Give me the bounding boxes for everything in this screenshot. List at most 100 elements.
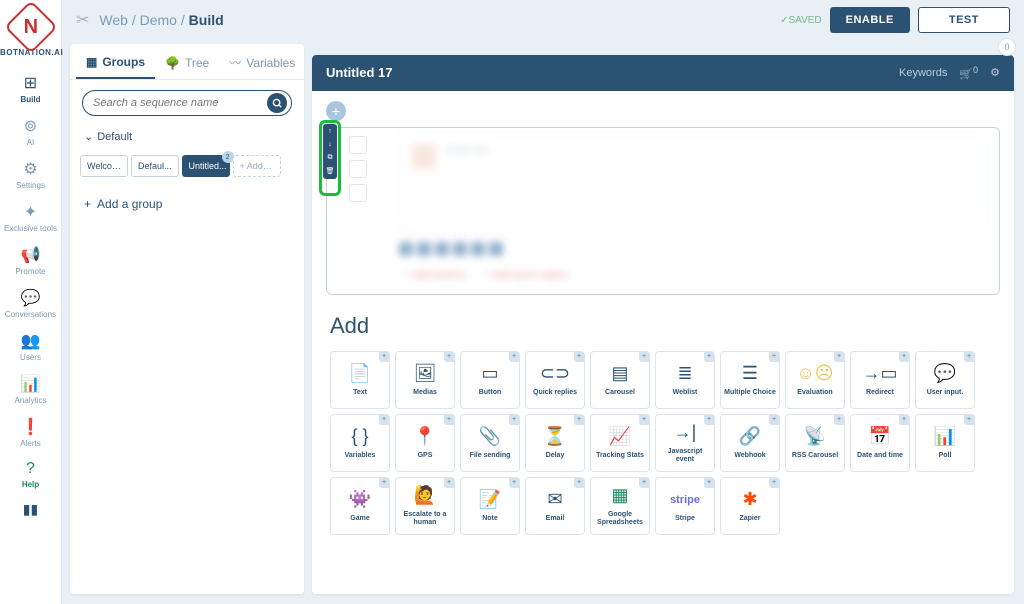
card-label: File sending bbox=[468, 452, 513, 460]
panel-tabs: ▦ Groups 🌳 Tree 〰 Variables bbox=[70, 44, 304, 80]
add-card-multiple-choice[interactable]: +☰Multiple Choice bbox=[720, 351, 780, 409]
add-card-text[interactable]: +📄Text bbox=[330, 351, 390, 409]
add-group-button[interactable]: + Add a group bbox=[70, 185, 304, 223]
nav-analytics[interactable]: 📊Analytics bbox=[0, 368, 61, 411]
corner-plus-icon: + bbox=[509, 478, 519, 488]
nav-ai[interactable]: ⊚AI bbox=[0, 110, 61, 153]
card-icon: 📎 bbox=[479, 426, 501, 448]
add-card-date-and-time[interactable]: +📅Date and time bbox=[850, 414, 910, 472]
card-icon: ⏳ bbox=[544, 426, 566, 448]
topbar: ✂ Web / Demo / Build ✓SAVED ENABLE TEST bbox=[62, 0, 1024, 40]
add-card-tracking-stats[interactable]: +📈Tracking Stats bbox=[590, 414, 650, 472]
corner-plus-icon: + bbox=[509, 415, 519, 425]
tab-groups[interactable]: ▦ Groups bbox=[76, 44, 155, 79]
corner-plus-icon: + bbox=[834, 415, 844, 425]
corner-plus-icon: + bbox=[964, 415, 974, 425]
sequence-header: Untitled 17 Keywords 🛒0 ⚙ bbox=[312, 55, 1014, 91]
add-card-note[interactable]: +📝Note bbox=[460, 477, 520, 535]
corner-plus-icon: + bbox=[574, 415, 584, 425]
add-card-medias[interactable]: +🖼Medias bbox=[395, 351, 455, 409]
add-card-weblist[interactable]: +≣Weblist bbox=[655, 351, 715, 409]
card-label: Carousel bbox=[603, 389, 637, 397]
add-card-google-spreadsheets[interactable]: +▦Google Spreadsheets bbox=[590, 477, 650, 535]
add-card-quick-replies[interactable]: +⊂⊃Quick replies bbox=[525, 351, 585, 409]
breadcrumb: Web / Demo / Build bbox=[99, 12, 223, 28]
add-card-gps[interactable]: +📍GPS bbox=[395, 414, 455, 472]
card-icon: ✉ bbox=[547, 489, 562, 511]
nav-alerts[interactable]: ❗Alerts bbox=[0, 411, 61, 454]
add-card-user-input-[interactable]: +💬User input. bbox=[915, 351, 975, 409]
card-label: Redirect bbox=[864, 389, 896, 397]
card-label: Button bbox=[477, 389, 504, 397]
tab-tree[interactable]: 🌳 Tree bbox=[155, 44, 219, 79]
crumb-web[interactable]: Web bbox=[99, 12, 128, 28]
add-card-file-sending[interactable]: + 📎 File sending bbox=[460, 414, 520, 472]
card-icon: ▭ bbox=[481, 363, 498, 385]
add-card-evaluation[interactable]: +☺☹Evaluation bbox=[785, 351, 845, 409]
saved-indicator: ✓SAVED bbox=[780, 15, 822, 26]
card-label: Text bbox=[351, 389, 369, 397]
add-card-carousel[interactable]: +▤Carousel bbox=[590, 351, 650, 409]
gear-icon[interactable]: ⚙ bbox=[990, 66, 1000, 79]
add-card-variables[interactable]: +{ }Variables bbox=[330, 414, 390, 472]
card-icon: 📡 bbox=[804, 426, 826, 448]
corner-plus-icon: + bbox=[769, 478, 779, 488]
add-element-top-button[interactable]: + bbox=[326, 101, 346, 121]
corner-plus-icon: + bbox=[704, 478, 714, 488]
add-card-stripe[interactable]: +stripeStripe bbox=[655, 477, 715, 535]
card-icon: ✱ bbox=[742, 489, 757, 511]
nav-promote[interactable]: 📢Promote bbox=[0, 239, 61, 282]
nav-extra[interactable]: ▮▮ bbox=[0, 495, 61, 524]
add-card-game[interactable]: +👾Game bbox=[330, 477, 390, 535]
add-card-redirect[interactable]: +→▭Redirect bbox=[850, 351, 910, 409]
card-label: Webhook bbox=[732, 452, 767, 460]
card-label: Tracking Stats bbox=[594, 452, 646, 460]
nav-build[interactable]: ⊞Build bbox=[0, 67, 61, 110]
corner-plus-icon: + bbox=[769, 415, 779, 425]
sequence-chip[interactable]: + Add a... bbox=[233, 155, 281, 177]
sequence-chip[interactable]: Defaul... bbox=[131, 155, 179, 177]
nav-settings[interactable]: ⚙Settings bbox=[0, 153, 61, 196]
add-card-delay[interactable]: +⏳Delay bbox=[525, 414, 585, 472]
nav-exclusive-tools[interactable]: ✦Exclusive tools bbox=[0, 196, 61, 239]
add-card-button[interactable]: + ▭ Button bbox=[460, 351, 520, 409]
card-icon: ⊂⊃ bbox=[540, 363, 570, 385]
corner-plus-icon: + bbox=[444, 352, 454, 362]
add-card-rss-carousel[interactable]: +📡RSS Carousel bbox=[785, 414, 845, 472]
search-button[interactable] bbox=[267, 93, 287, 113]
corner-plus-icon: + bbox=[444, 478, 454, 488]
tab-variables[interactable]: 〰 Variables bbox=[219, 44, 305, 79]
corner-plus-icon: + bbox=[964, 352, 974, 362]
notification-badge[interactable]: 0 bbox=[998, 38, 1016, 56]
nav-conversations[interactable]: 💬Conversations bbox=[0, 282, 61, 325]
corner-plus-icon: + bbox=[769, 352, 779, 362]
add-card-poll[interactable]: +📊Poll bbox=[915, 414, 975, 472]
nav-users[interactable]: 👥Users bbox=[0, 325, 61, 368]
corner-plus-icon: + bbox=[509, 352, 519, 362]
card-icon: 📄 bbox=[349, 363, 371, 385]
add-card-javascript-event[interactable]: +→|Javascript event bbox=[655, 414, 715, 472]
search-input[interactable] bbox=[93, 97, 267, 109]
card-label: Weblist bbox=[671, 389, 700, 397]
default-group-header[interactable]: ⌄ Default bbox=[70, 126, 304, 147]
sequence-chip[interactable]: Welcom... bbox=[80, 155, 128, 177]
card-label: Stripe bbox=[673, 515, 697, 523]
add-card-zapier[interactable]: +✱Zapier bbox=[720, 477, 780, 535]
add-card-email[interactable]: +✉Email bbox=[525, 477, 585, 535]
keywords-link[interactable]: Keywords bbox=[899, 67, 947, 79]
card-icon: ☰ bbox=[742, 363, 758, 385]
logo: N bbox=[4, 0, 58, 54]
nav-help[interactable]: ?Help bbox=[0, 454, 61, 495]
cart-icon[interactable]: 🛒0 bbox=[959, 65, 978, 81]
add-card-webhook[interactable]: +🔗Webhook bbox=[720, 414, 780, 472]
test-button[interactable]: TEST bbox=[918, 7, 1010, 33]
sequence-chip[interactable]: Untitled...2 bbox=[182, 155, 230, 177]
card-icon: ▤ bbox=[611, 363, 628, 385]
card-label: Date and time bbox=[855, 452, 905, 460]
card-icon: ☺☹ bbox=[796, 363, 833, 385]
crumb-demo[interactable]: Demo bbox=[140, 12, 177, 28]
card-label: Evaluation bbox=[795, 389, 834, 397]
add-card-escalate-to-a-human[interactable]: +🙋Escalate to a human bbox=[395, 477, 455, 535]
corner-plus-icon: + bbox=[444, 415, 454, 425]
enable-button[interactable]: ENABLE bbox=[830, 7, 910, 33]
